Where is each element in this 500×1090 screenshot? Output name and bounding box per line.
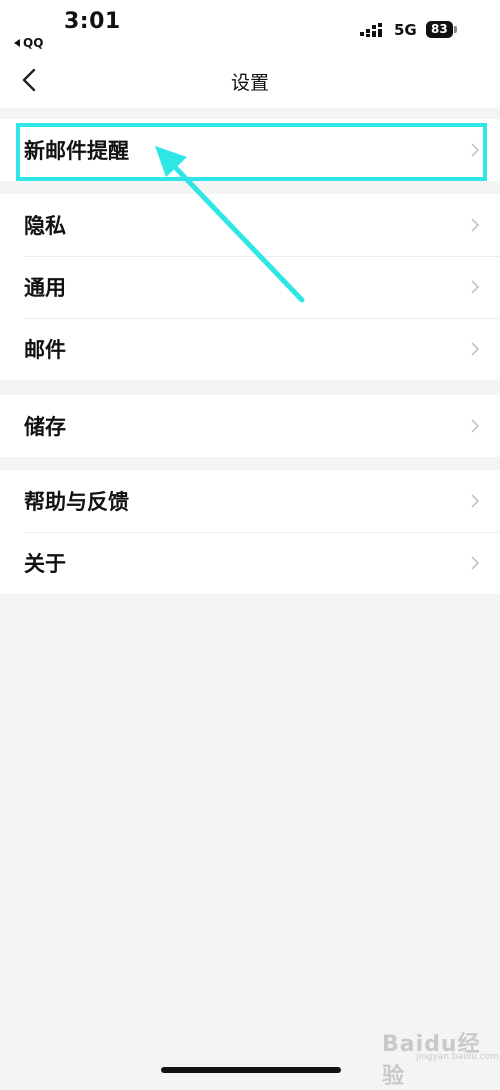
settings-item-new-mail-alert[interactable]: 新邮件提醒 xyxy=(0,119,500,181)
watermark-url: jingyan.baidu.com xyxy=(416,1052,500,1062)
chevron-right-icon xyxy=(471,143,480,157)
settings-item-label: 储存 xyxy=(24,415,66,439)
nav-bar: 设置 xyxy=(0,52,500,108)
settings-item-help-feedback[interactable]: 帮助与反馈 xyxy=(0,470,500,532)
settings-item-mail[interactable]: 邮件 xyxy=(0,318,500,380)
settings-item-storage[interactable]: 储存 xyxy=(0,395,500,457)
battery-icon: 83 xyxy=(426,21,457,38)
settings-item-label: 邮件 xyxy=(24,338,66,362)
settings-item-label: 隐私 xyxy=(24,214,66,238)
chevron-right-icon xyxy=(471,280,480,294)
settings-item-general[interactable]: 通用 xyxy=(0,256,500,318)
settings-group-support: 帮助与反馈 关于 xyxy=(0,470,500,594)
chevron-right-icon xyxy=(471,494,480,508)
battery-level: 83 xyxy=(426,21,453,38)
settings-item-about[interactable]: 关于 xyxy=(0,532,500,594)
signal-strength-icon xyxy=(360,23,382,37)
settings-group-notifications: 新邮件提醒 xyxy=(0,119,500,181)
page-title: 设置 xyxy=(230,72,269,94)
settings-item-label: 新邮件提醒 xyxy=(24,139,129,163)
baidu-watermark: Baidu经验 jingyan.baidu.com xyxy=(382,1026,500,1090)
network-type: 5G xyxy=(394,21,417,39)
status-time: 3:01 xyxy=(64,9,121,34)
back-triangle-icon xyxy=(14,39,20,47)
back-to-app-button[interactable]: QQ xyxy=(14,36,43,50)
settings-item-privacy[interactable]: 隐私 xyxy=(0,194,500,256)
chevron-right-icon xyxy=(471,556,480,570)
settings-item-label: 通用 xyxy=(24,276,66,300)
chevron-right-icon xyxy=(471,342,480,356)
chevron-right-icon xyxy=(471,218,480,232)
chevron-right-icon xyxy=(471,419,480,433)
settings-group-general: 隐私 通用 邮件 xyxy=(0,194,500,380)
back-to-app-label: QQ xyxy=(23,36,44,50)
settings-item-label: 关于 xyxy=(24,552,66,576)
settings-item-label: 帮助与反馈 xyxy=(24,490,129,514)
status-bar: 3:01 QQ 5G 83 xyxy=(0,0,500,52)
settings-group-storage: 储存 xyxy=(0,395,500,457)
battery-nub xyxy=(453,26,457,33)
home-indicator[interactable] xyxy=(161,1067,341,1073)
